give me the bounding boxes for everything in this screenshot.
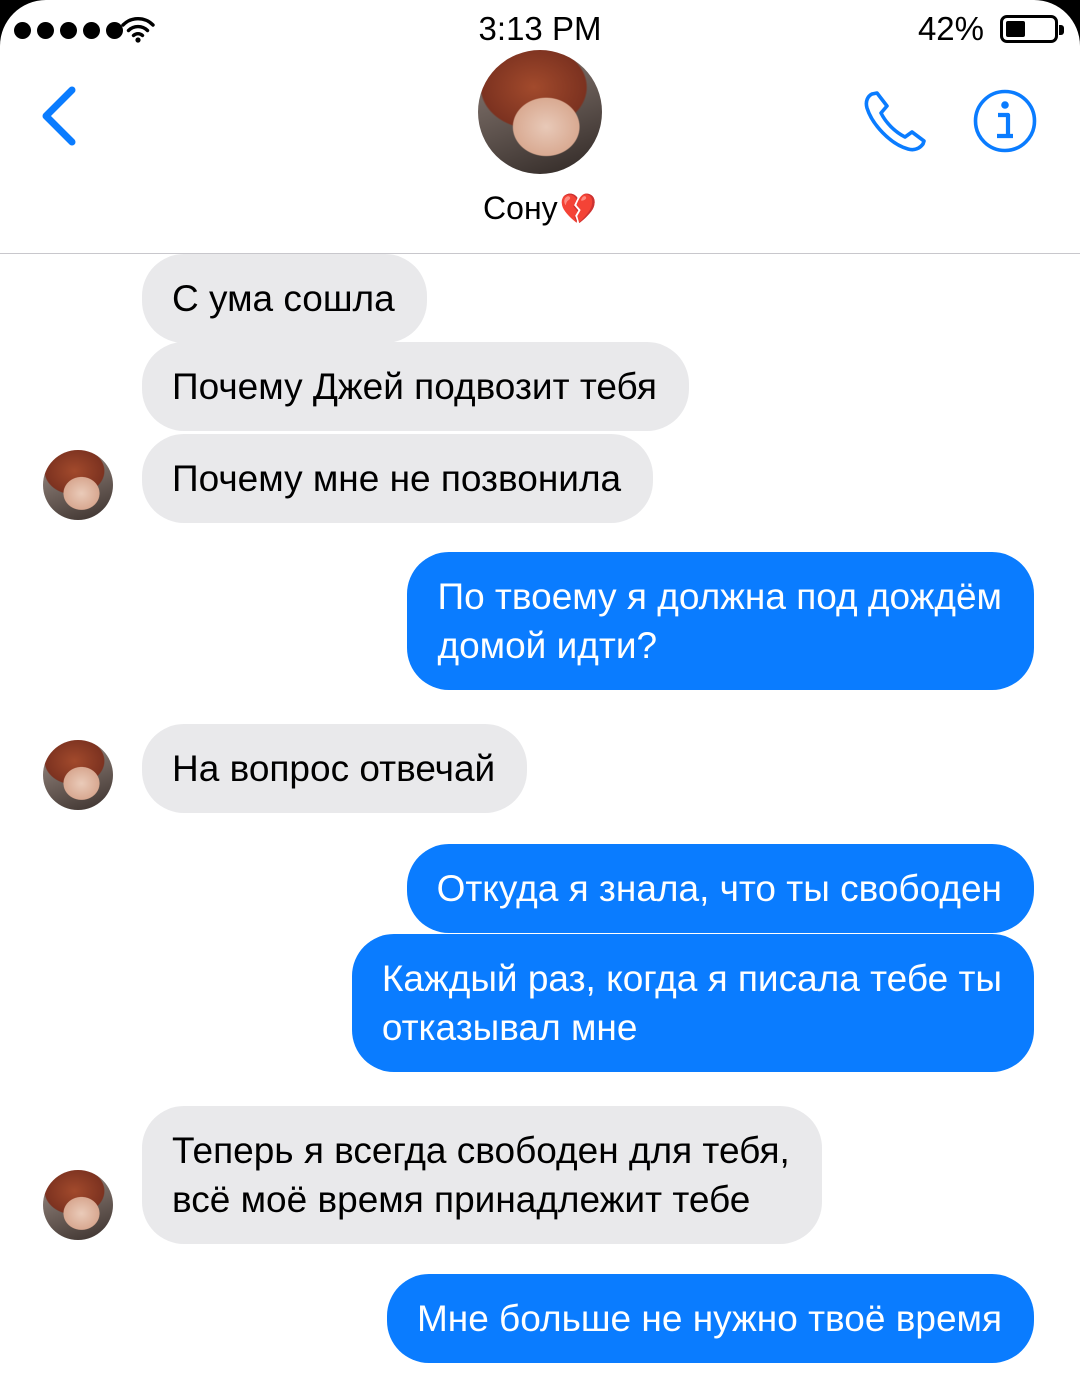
outgoing-message-bubble[interactable]: Откуда я знала, что ты свободен (406, 844, 1034, 933)
contact-name[interactable]: Сону💔 (0, 190, 1080, 227)
broken-heart-emoji: 💔 (559, 192, 597, 227)
contact-avatar-small (43, 1170, 113, 1240)
incoming-message-bubble[interactable]: Почему Джей подвозит тебя (142, 342, 689, 431)
contact-avatar[interactable] (478, 50, 602, 174)
outgoing-message-bubble[interactable]: Мне больше не нужно твоё время (386, 1274, 1034, 1363)
outgoing-message-bubble[interactable]: Каждый раз, когда я писала тебе ты отказ… (351, 934, 1034, 1072)
info-icon[interactable] (972, 88, 1038, 154)
battery-icon (1000, 15, 1064, 43)
messages-screen: 3:13 PM 42% Сону💔 С ума сошла Почему Дже… (0, 0, 1080, 1392)
incoming-message-bubble[interactable]: С ума сошла (142, 254, 427, 343)
incoming-message-bubble[interactable]: Теперь я всегда свободен для тебя, всё м… (142, 1106, 822, 1244)
battery-fill (1006, 21, 1026, 37)
incoming-message-bubble[interactable]: Почему мне не позвонила (142, 434, 654, 523)
outgoing-message-bubble[interactable]: По твоему я должна под дождём домой идти… (407, 552, 1034, 690)
message-thread[interactable]: С ума сошла Почему Джей подвозит тебя По… (0, 254, 1080, 1392)
contact-avatar-small (43, 450, 113, 520)
conversation-header: Сону💔 (0, 50, 1080, 254)
incoming-message-bubble[interactable]: На вопрос отвечай (142, 724, 528, 813)
phone-icon[interactable] (862, 88, 930, 154)
back-chevron-icon[interactable] (34, 84, 84, 148)
contact-name-text: Сону (483, 190, 558, 226)
battery-percent: 42% (917, 10, 984, 47)
contact-avatar-small (43, 740, 113, 810)
